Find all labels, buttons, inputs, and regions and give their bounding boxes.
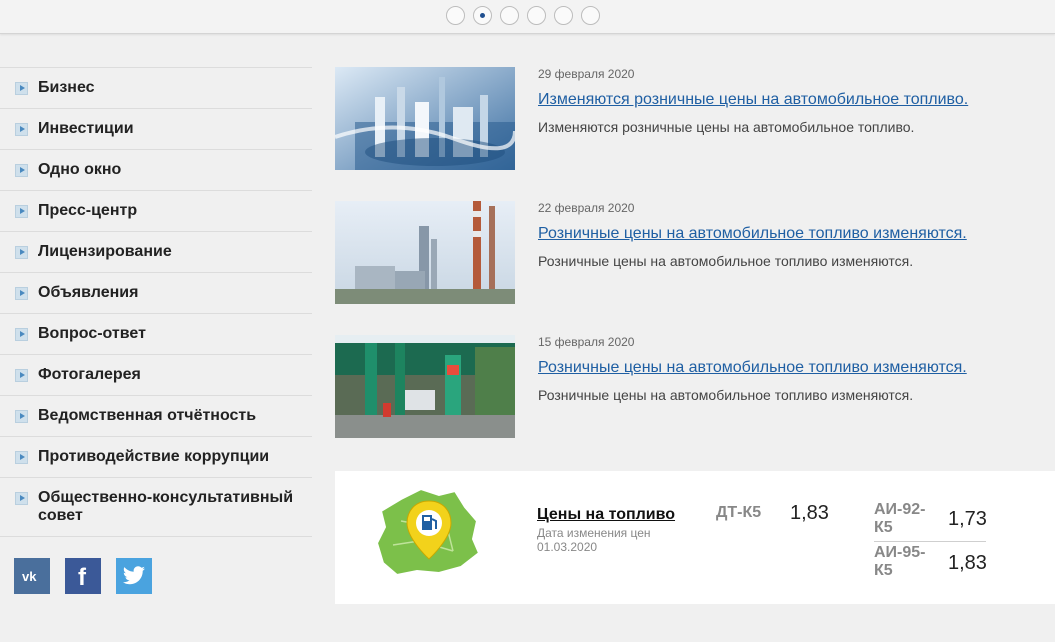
slider-bar bbox=[0, 0, 1055, 34]
price-change-date: Дата изменения цен 01.03.2020 bbox=[537, 526, 651, 554]
twitter-icon[interactable] bbox=[116, 558, 152, 594]
arrow-bullet-icon bbox=[15, 492, 28, 505]
fuel-price-ai92: 1,73 bbox=[948, 508, 987, 530]
news-thumbnail-plant[interactable] bbox=[335, 201, 515, 304]
sidebar-menu: Бизнес Инвестиции Одно окно Пресс-центр … bbox=[0, 67, 312, 537]
sidebar-item-advisory-council[interactable]: Общественно-консультативный совет bbox=[0, 477, 312, 537]
sidebar-item-photogallery[interactable]: Фотогалерея bbox=[0, 354, 312, 395]
sidebar-item-licensing[interactable]: Лицензирование bbox=[0, 231, 312, 272]
arrow-bullet-icon bbox=[15, 451, 28, 464]
fuel-name-ai92: АИ-92-К5 bbox=[874, 501, 926, 536]
fuel-prices-title-link[interactable]: Цены на топливо bbox=[537, 506, 675, 524]
sidebar-item-label: Противодействие коррупции bbox=[38, 448, 270, 465]
sidebar-item-reporting[interactable]: Ведомственная отчётность bbox=[0, 395, 312, 436]
news-date: 22 февраля 2020 bbox=[538, 201, 635, 215]
news-title-link[interactable]: Изменяются розничные цены на автомобильн… bbox=[538, 91, 968, 109]
arrow-bullet-icon bbox=[15, 246, 28, 259]
sidebar-item-label: Объявления bbox=[38, 284, 139, 301]
social-links: vk f bbox=[14, 558, 152, 594]
facebook-icon[interactable]: f bbox=[65, 558, 101, 594]
svg-text:f: f bbox=[78, 564, 87, 588]
arrow-bullet-icon bbox=[15, 369, 28, 382]
slide-dot-6[interactable] bbox=[581, 6, 600, 25]
sidebar-item-label: Фотогалерея bbox=[38, 366, 141, 383]
news-description: Розничные цены на автомобильное топливо … bbox=[538, 387, 914, 403]
news-thumbnail-gas-station[interactable] bbox=[335, 335, 515, 438]
slide-dot-1[interactable] bbox=[446, 6, 465, 25]
slide-dot-3[interactable] bbox=[500, 6, 519, 25]
slide-dot-2-active[interactable] bbox=[473, 6, 492, 25]
fuel-prices-widget: Цены на топливо Дата изменения цен 01.03… bbox=[335, 471, 1055, 604]
arrow-bullet-icon bbox=[15, 205, 28, 218]
news-thumbnail-refinery[interactable] bbox=[335, 67, 515, 170]
slider-pagination bbox=[446, 6, 600, 25]
fuel-price-dt: 1,83 bbox=[790, 502, 829, 524]
sidebar-item-press-center[interactable]: Пресс-центр bbox=[0, 190, 312, 231]
sidebar-item-label: Одно окно bbox=[38, 161, 122, 178]
slide-dot-4[interactable] bbox=[527, 6, 546, 25]
news-description: Розничные цены на автомобильное топливо … bbox=[538, 253, 914, 269]
fuel-price-ai95: 1,83 bbox=[948, 552, 987, 574]
sidebar-item-anti-corruption[interactable]: Противодействие коррупции bbox=[0, 436, 312, 477]
news-date: 29 февраля 2020 bbox=[538, 67, 635, 81]
sidebar-item-business[interactable]: Бизнес bbox=[0, 67, 312, 108]
svg-text:vk: vk bbox=[22, 569, 37, 583]
news-item: 29 февраля 2020 Изменяются розничные цен… bbox=[335, 67, 1035, 170]
sidebar-item-one-window[interactable]: Одно окно bbox=[0, 149, 312, 190]
news-description: Изменяются розничные цены на автомобильн… bbox=[538, 119, 915, 135]
arrow-bullet-icon bbox=[15, 164, 28, 177]
news-item: 15 февраля 2020 Розничные цены на автомо… bbox=[335, 335, 1035, 438]
news-title-link[interactable]: Розничные цены на автомобильное топливо … bbox=[538, 225, 967, 243]
sidebar-item-label: Общественно-консультативный совет bbox=[38, 489, 294, 524]
sidebar-item-label: Вопрос-ответ bbox=[38, 325, 146, 342]
arrow-bullet-icon bbox=[15, 287, 28, 300]
sidebar-item-label: Пресс-центр bbox=[38, 202, 138, 219]
sidebar-item-label: Ведомственная отчётность bbox=[38, 407, 257, 424]
sidebar-item-investments[interactable]: Инвестиции bbox=[0, 108, 312, 149]
news-title-link[interactable]: Розничные цены на автомобильное топливо … bbox=[538, 359, 967, 377]
slide-dot-5[interactable] bbox=[554, 6, 573, 25]
arrow-bullet-icon bbox=[15, 123, 28, 136]
fuel-name-ai95: АИ-95-К5 bbox=[874, 544, 926, 579]
sidebar-item-label: Инвестиции bbox=[38, 120, 134, 137]
belarus-map-fuel-icon bbox=[373, 481, 485, 581]
arrow-bullet-icon bbox=[15, 82, 28, 95]
sidebar-item-faq[interactable]: Вопрос-ответ bbox=[0, 313, 312, 354]
news-item: 22 февраля 2020 Розничные цены на автомо… bbox=[335, 201, 1035, 304]
sidebar-item-label: Бизнес bbox=[38, 79, 95, 96]
sidebar-item-label: Лицензирование bbox=[38, 243, 172, 260]
fuel-divider bbox=[874, 541, 986, 542]
arrow-bullet-icon bbox=[15, 328, 28, 341]
vk-icon[interactable]: vk bbox=[14, 558, 50, 594]
arrow-bullet-icon bbox=[15, 410, 28, 423]
news-date: 15 февраля 2020 bbox=[538, 335, 635, 349]
sidebar-item-announcements[interactable]: Объявления bbox=[0, 272, 312, 313]
fuel-name-dt: ДТ-К5 bbox=[716, 504, 762, 521]
